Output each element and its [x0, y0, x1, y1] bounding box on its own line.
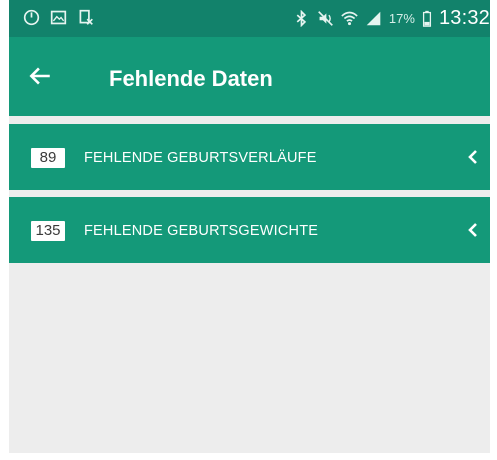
back-button[interactable] [27, 63, 53, 89]
battery-icon [422, 10, 432, 27]
count-badge: 89 [31, 148, 65, 168]
chevron-left-icon [464, 221, 482, 239]
document-icon [77, 9, 94, 26]
list-item-missing-birth-weights[interactable]: 135 FEHLENDE GEBURTSGEWICHTE [9, 197, 490, 263]
battery-percent: 17% [388, 11, 415, 26]
count-badge: 135 [31, 221, 65, 241]
page-title: Fehlende Daten [109, 66, 273, 91]
wifi-icon [341, 10, 358, 27]
status-bar: 17% 13:32 [9, 0, 490, 37]
mute-icon [317, 10, 334, 27]
status-bar-right: 17% 13:32 [293, 7, 490, 30]
phone-screen: 17% 13:32 Fehlende Daten 89 FEHLENDE GEB… [9, 0, 490, 453]
bluetooth-icon [293, 10, 310, 27]
list-item-label: FEHLENDE GEBURTSVERLÄUFE [84, 150, 317, 166]
chevron-left-icon [464, 148, 482, 166]
app-bar: Fehlende Daten [9, 37, 490, 116]
image-icon [50, 9, 67, 26]
arrow-left-icon [27, 63, 53, 89]
list-item-label: FEHLENDE GEBURTSGEWICHTE [84, 223, 319, 239]
power-icon [23, 9, 40, 26]
signal-icon [365, 10, 382, 27]
status-clock: 13:32 [438, 7, 490, 29]
list-item-missing-birth-courses[interactable]: 89 FEHLENDE GEBURTSVERLÄUFE [9, 124, 490, 190]
status-bar-left [23, 9, 94, 26]
screen-bottom-edge [0, 453, 497, 460]
